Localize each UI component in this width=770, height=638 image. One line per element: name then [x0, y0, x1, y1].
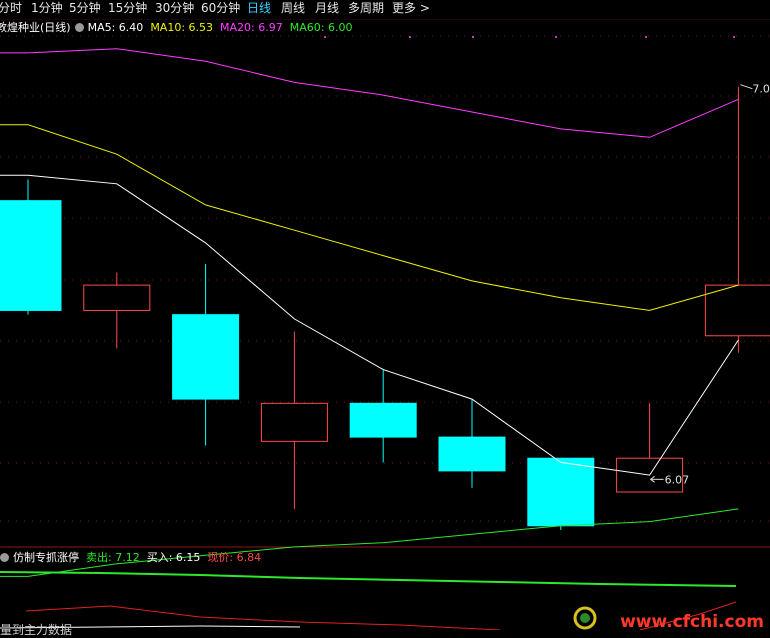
grid-lines: [0, 35, 770, 522]
high-annotation: 7.00: [752, 83, 770, 96]
kline-chart[interactable]: 7.00 6.07: [0, 0, 770, 630]
top-marker-dot: [472, 36, 474, 38]
candle-body: [704, 284, 770, 337]
tab-15min[interactable]: 15分钟: [108, 0, 147, 17]
ma10-label: MA10: 6.53: [150, 21, 214, 34]
high-pointer: [740, 84, 753, 90]
settings-circle-icon[interactable]: [74, 23, 84, 32]
indicator-title[interactable]: 仿制专抓涨停: [13, 551, 79, 564]
ma20-label: MA20: 6.97: [220, 21, 283, 34]
top-marker-dot: [733, 36, 735, 38]
price-label: 现价: 6.84: [207, 551, 262, 564]
candle-body: [172, 314, 240, 400]
ma10-line: [0, 124, 739, 311]
watermark: www.cfchi.com: [620, 612, 764, 632]
indicator-sell-line: [0, 571, 737, 587]
main-legend: 敦煌种业(日线) MA5: 6.40 MA10: 6.53 MA20: 6.97 …: [0, 21, 352, 35]
tab-weekly[interactable]: 周线: [281, 0, 305, 17]
candle-body: [527, 457, 595, 527]
candle-body: [260, 402, 328, 442]
top-marker-dot: [645, 36, 647, 38]
low-annotation: 6.07: [665, 473, 690, 486]
tab-1min[interactable]: 1分钟: [31, 0, 63, 17]
tab-multi-period[interactable]: 多周期: [348, 0, 384, 17]
tab-intraday[interactable]: 分时: [0, 0, 22, 17]
tab-more[interactable]: 更多 >: [392, 0, 430, 17]
watermark-logo-icon: [573, 606, 597, 630]
tab-5min[interactable]: 5分钟: [69, 0, 101, 17]
candle-body: [83, 284, 151, 311]
indicator-legend: 仿制专抓涨停 卖出: 7.12 买入: 6.15 现价: 6.84: [0, 551, 261, 565]
top-marker-dot: [409, 36, 411, 38]
tab-60min[interactable]: 60分钟: [201, 0, 240, 17]
sell-label: 卖出: 7.12: [86, 551, 140, 564]
candle-body: [438, 436, 506, 472]
ma5-label: MA5: 6.40: [87, 21, 144, 34]
ma60-label: MA60: 6.00: [289, 21, 353, 34]
ma20-line: [0, 48, 739, 138]
period-tab-bar: 分时 1分钟 5分钟 15分钟 30分钟 60分钟 日线 周线 月线 多周期 更…: [0, 0, 770, 19]
candle-body: [0, 200, 62, 311]
candle-body: [349, 402, 417, 438]
tab-30min[interactable]: 30分钟: [155, 0, 194, 17]
top-marker-dot: [555, 36, 557, 38]
indicator-settings-circle-icon[interactable]: [0, 553, 9, 562]
tab-monthly[interactable]: 月线: [315, 0, 339, 17]
top-marker-dot: [324, 36, 326, 38]
buy-label: 买入: 6.15: [146, 551, 201, 564]
tab-daily[interactable]: 日线: [247, 0, 271, 17]
stock-title[interactable]: 敦煌种业(日线): [0, 21, 71, 34]
ma60-line: [0, 508, 739, 577]
